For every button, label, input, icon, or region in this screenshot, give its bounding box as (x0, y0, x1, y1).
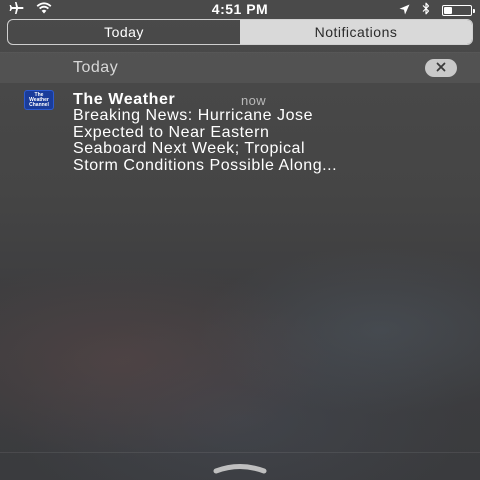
close-icon (436, 59, 446, 77)
bottom-divider (0, 452, 480, 453)
weather-channel-app-icon: The Weather Channel (24, 90, 54, 110)
notification-time: now (241, 93, 267, 108)
chevron-up-icon[interactable] (212, 461, 268, 474)
bluetooth-icon (422, 2, 430, 18)
tab-notifications[interactable]: Notifications (240, 20, 472, 44)
section-title: Today (73, 59, 119, 76)
status-right (399, 2, 475, 18)
location-arrow-icon (399, 3, 410, 18)
battery-level (444, 6, 452, 14)
battery-icon (442, 4, 475, 16)
notification-body: Breaking News: Hurricane Jose Expected t… (73, 107, 338, 174)
tab-today[interactable]: Today (8, 20, 240, 44)
notification-item[interactable]: The Weather Channel The Weather now Brea… (0, 83, 480, 179)
segmented-control: Today Notifications (7, 19, 473, 45)
section-header: Today (0, 53, 480, 83)
clear-button[interactable] (425, 59, 457, 77)
battery-terminal (473, 8, 475, 13)
notification-center: 4:51 PM Today Notifications Today The We… (0, 0, 480, 480)
status-bar: 4:51 PM (0, 0, 480, 18)
